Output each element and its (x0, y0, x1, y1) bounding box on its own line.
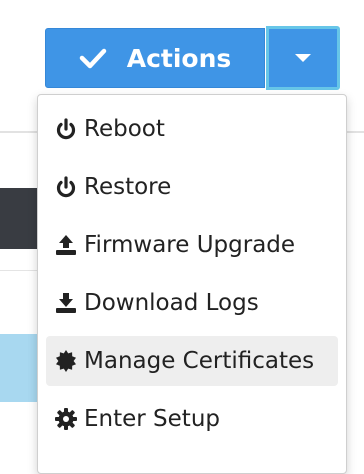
power-icon (50, 171, 82, 203)
menu-item-firmware-upgrade[interactable]: Firmware Upgrade (46, 220, 338, 270)
upload-icon (50, 229, 82, 261)
menu-item-download-logs[interactable]: Download Logs (46, 278, 338, 328)
download-icon (50, 287, 82, 319)
menu-item-label: Firmware Upgrade (84, 232, 296, 258)
power-icon (50, 113, 82, 145)
menu-item-label: Reboot (84, 116, 165, 142)
actions-dropdown-toggle[interactable] (266, 26, 340, 90)
menu-item-enter-setup[interactable]: Enter Setup (46, 394, 338, 444)
menu-item-label: Manage Certificates (84, 348, 315, 374)
certificate-icon (50, 345, 82, 377)
check-icon (79, 47, 107, 69)
menu-item-label: Restore (84, 174, 172, 200)
menu-item-reboot[interactable]: Reboot (46, 104, 338, 154)
caret-down-icon (295, 54, 311, 62)
menu-item-restore[interactable]: Restore (46, 162, 338, 212)
actions-button-label: Actions (126, 43, 232, 73)
menu-item-label: Download Logs (84, 290, 259, 316)
menu-item-label: Enter Setup (84, 406, 220, 432)
actions-menu: Reboot Restore Firmware Upgrade Download… (37, 94, 347, 474)
gear-icon (50, 403, 82, 435)
menu-item-manage-certificates[interactable]: Manage Certificates (46, 336, 338, 386)
actions-button[interactable]: Actions (45, 28, 265, 88)
